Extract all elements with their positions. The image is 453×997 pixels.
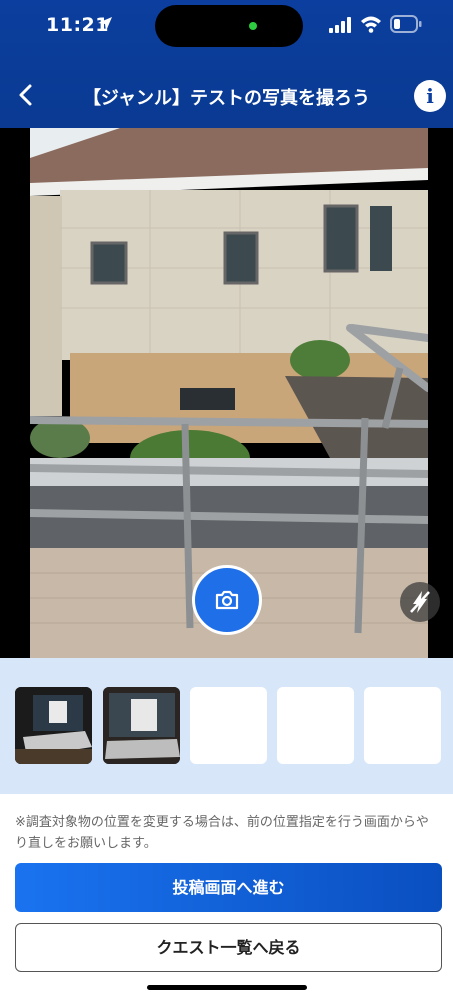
notice-text: ※調査対象物の位置を変更する場合は、前の位置指定を行う画面からやり直しをお願いし… — [15, 815, 429, 851]
header: 11:21 【ジャンル】テストの写真を撮ろう i — [0, 0, 453, 128]
info-button[interactable]: i — [414, 80, 446, 112]
camera-indicator-dot — [249, 22, 257, 30]
flash-toggle-button[interactable] — [400, 582, 440, 622]
home-indicator — [147, 985, 307, 990]
status-bar: 11:21 — [0, 0, 453, 52]
page-title: 【ジャンル】テストの写真を撮ろう — [82, 88, 371, 109]
thumbnail-strip — [0, 658, 453, 794]
laptop-photo-thumbnail — [15, 687, 92, 764]
wifi-icon — [361, 16, 381, 33]
back-chevron-icon[interactable] — [12, 80, 40, 110]
camera-icon — [215, 590, 239, 610]
proceed-to-post-button[interactable]: 投稿画面へ進む — [15, 863, 442, 912]
thumbnail-2[interactable] — [103, 687, 180, 764]
flash-off-icon — [410, 591, 430, 613]
back-to-quest-list-button[interactable]: クエスト一覧へ戻る — [15, 923, 442, 972]
thumbnail-empty-4[interactable] — [277, 687, 354, 764]
thumbnail-empty-3[interactable] — [190, 687, 267, 764]
dynamic-island — [155, 5, 303, 47]
battery-icon — [390, 15, 422, 33]
laptop-photo-thumbnail — [103, 687, 180, 764]
nav-bar: 【ジャンル】テストの写真を撮ろう i — [0, 70, 453, 122]
thumbnail-empty-5[interactable] — [364, 687, 441, 764]
thumbnail-1[interactable] — [15, 687, 92, 764]
shutter-button[interactable] — [192, 565, 262, 635]
cellular-signal-icon — [329, 17, 351, 33]
location-arrow-icon — [98, 17, 112, 31]
